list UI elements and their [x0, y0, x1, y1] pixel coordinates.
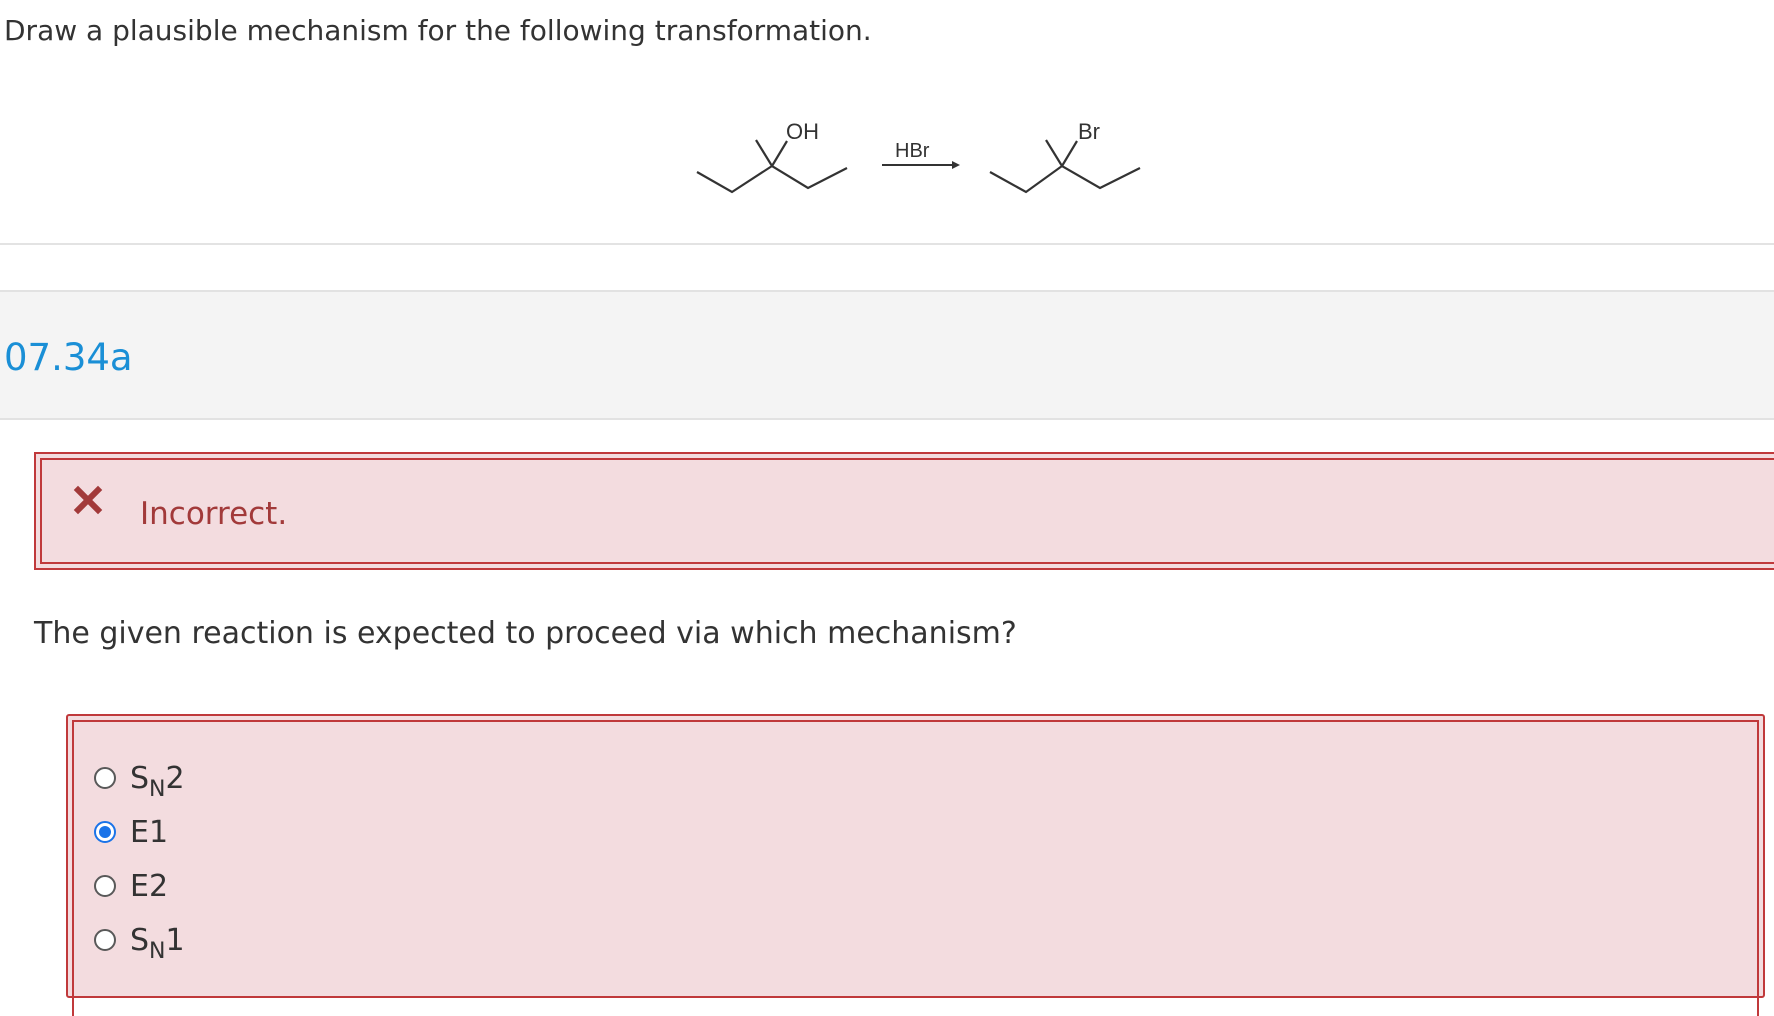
option-e2[interactable]: E2 — [94, 866, 168, 906]
radio-button[interactable] — [94, 767, 116, 789]
feedback-text: Incorrect. — [140, 496, 288, 532]
option-label: E2 — [130, 868, 169, 904]
reaction-arrowhead — [952, 161, 960, 169]
reactant-oh-label: OH — [786, 119, 819, 144]
radio-button-selected[interactable] — [94, 821, 116, 843]
section-divider — [0, 243, 1774, 245]
question-header: 07.34a — [0, 290, 1774, 420]
reaction-scheme: OH HBr Br — [0, 100, 1774, 210]
answer-options: SN2 E1 E2 SN1 — [66, 714, 1765, 1016]
reactant-structure — [696, 139, 848, 194]
option-sn1[interactable]: SN1 — [94, 920, 185, 964]
option-label: E1 — [130, 814, 169, 850]
reaction-drawing: OH HBr Br — [696, 119, 1141, 194]
x-mark-icon — [73, 485, 103, 515]
question-id-link[interactable]: 07.34a — [4, 336, 133, 379]
radio-button[interactable] — [94, 875, 116, 897]
option-label: SN1 — [130, 922, 185, 964]
product-structure — [989, 139, 1141, 194]
feedback-incorrect-box: Incorrect. — [34, 452, 1774, 570]
question-text: The given reaction is expected to procee… — [34, 616, 1017, 651]
option-label: SN2 — [130, 760, 185, 802]
radio-button[interactable] — [94, 929, 116, 951]
reagent-label: HBr — [895, 140, 930, 162]
option-e1[interactable]: E1 — [94, 812, 168, 852]
option-sn2[interactable]: SN2 — [94, 758, 185, 802]
product-br-label: Br — [1078, 119, 1100, 144]
problem-prompt: Draw a plausible mechanism for the follo… — [4, 14, 872, 47]
